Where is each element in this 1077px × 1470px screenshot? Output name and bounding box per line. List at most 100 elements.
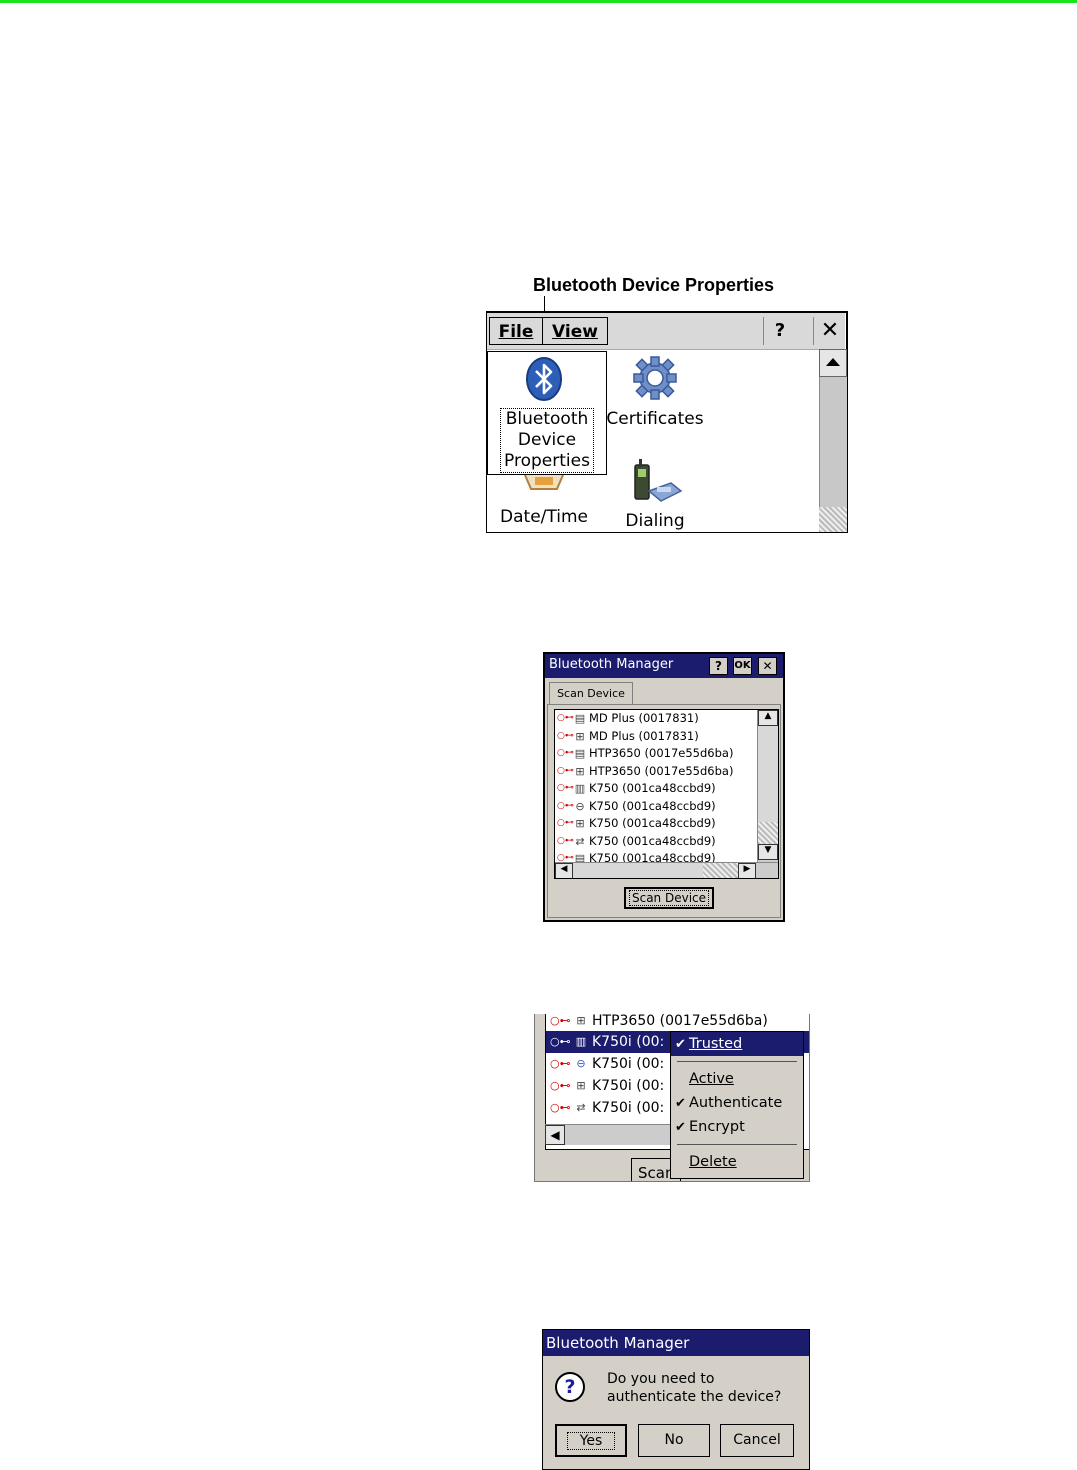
gear-icon	[633, 356, 677, 400]
menu-separator	[677, 1061, 797, 1062]
network-icon: ⊞	[575, 817, 585, 830]
vertical-scrollbar[interactable]: ▲ ▼	[757, 710, 778, 862]
list-item[interactable]: ○⊷ ⇄ K750 (001ca48ccbd9)	[555, 833, 755, 851]
device-name: K750 (001ca48ccbd9)	[589, 781, 716, 795]
scroll-track[interactable]	[703, 863, 738, 878]
bluetooth-device-properties-item[interactable]: Bluetooth Device Properties	[487, 351, 607, 475]
scroll-thumb[interactable]	[758, 726, 778, 823]
message-line: authenticate the device?	[607, 1389, 782, 1405]
scroll-corner	[819, 507, 847, 532]
key-icon: ○⊷	[557, 800, 574, 811]
menu-file-label: File	[498, 322, 534, 342]
device-name: HTP3650 (0017e55d6ba)	[589, 763, 734, 778]
scroll-track[interactable]	[758, 822, 778, 844]
scroll-track[interactable]	[819, 377, 847, 507]
device-name: K750i (00:	[592, 1034, 665, 1050]
check-icon: ✔	[675, 1120, 686, 1135]
key-icon: ○⊷	[557, 783, 574, 793]
menu-file[interactable]: File	[489, 317, 543, 345]
dialog-message: Do you need to authenticate the device?	[607, 1370, 781, 1406]
key-icon: ○⊷	[557, 818, 574, 828]
bluetooth-icon	[526, 357, 562, 401]
arrow-right-icon: ▶	[743, 864, 751, 874]
device-name: K750 (001ca48ccbd9)	[589, 816, 716, 830]
yes-label: Yes	[566, 1432, 616, 1450]
device-name: K750 (001ca48ccbd9)	[589, 833, 716, 848]
key-icon: ○⊷	[557, 765, 574, 776]
menu-item-trusted[interactable]: ✔ Trusted	[671, 1032, 803, 1056]
arrow-up-icon	[826, 358, 840, 366]
menu-item-authenticate[interactable]: ✔ Authenticate	[671, 1091, 803, 1115]
tab-panel: ○⊷ ▤ MD Plus (0017831) ○⊷ ⊞ MD Plus (0017831…	[547, 704, 781, 918]
scroll-thumb[interactable]	[573, 863, 704, 878]
device-name: HTP3650 (0017e55d6ba)	[592, 1014, 768, 1029]
menu-item-active[interactable]: Active	[671, 1067, 803, 1091]
calendar-icon	[524, 475, 564, 490]
list-item[interactable]: ○⊷ ⊖ K750 (001ca48ccbd9)	[555, 798, 755, 816]
list-item[interactable]: ○⊷ ⊞ HTP3650 (0017e55d6ba)	[546, 1014, 809, 1031]
help-button[interactable]: ?	[763, 317, 796, 345]
dialing-item[interactable]: Dialing	[605, 453, 705, 533]
close-button[interactable]: ✕	[758, 657, 777, 675]
scroll-left-button[interactable]: ◀	[545, 1125, 565, 1145]
device-name: MD Plus (0017831)	[589, 711, 699, 725]
list-item[interactable]: ○⊷ ▥ K750 (001ca48ccbd9)	[555, 780, 755, 798]
list-item[interactable]: ○⊷ ▤ HTP3650 (0017e55d6ba)	[555, 745, 755, 763]
key-icon: ○⊷	[557, 748, 574, 758]
help-button[interactable]: ?	[709, 657, 728, 675]
network-icon: ⊞	[576, 1079, 586, 1092]
cancel-button[interactable]: Cancel	[720, 1424, 794, 1457]
key-icon: ○⊷	[550, 1079, 571, 1092]
menu-item-encrypt[interactable]: ✔ Encrypt	[671, 1115, 803, 1139]
question-icon: ?	[555, 1372, 585, 1402]
menu-item-label: Active	[689, 1071, 734, 1087]
device-icon: ▤	[574, 747, 586, 760]
network-icon: ⊞	[575, 764, 585, 778]
horizontal-scrollbar[interactable]: ◀ ▶	[555, 862, 778, 878]
serial-icon: ⇄	[576, 1101, 586, 1114]
title-bar: Bluetooth Manager ? OK ✕	[545, 654, 783, 678]
scroll-left-button[interactable]: ◀	[555, 863, 573, 878]
menu-bar: File View ? ✕	[487, 313, 845, 350]
ok-button[interactable]: OK	[733, 657, 752, 675]
device-name: K750i (00:	[592, 1100, 665, 1116]
device-list[interactable]: ○⊷ ▤ MD Plus (0017831) ○⊷ ⊞ MD Plus (0017831…	[554, 709, 779, 879]
check-icon: ✔	[675, 1096, 686, 1111]
printer-icon: ▥	[574, 782, 586, 795]
scroll-up-button[interactable]	[819, 349, 847, 377]
date-time-item[interactable]: Date/Time	[491, 475, 597, 533]
menu-separator	[677, 1144, 797, 1145]
globe-icon: ⊖	[575, 799, 585, 813]
check-icon: ✔	[675, 1037, 686, 1052]
list-item[interactable]: ○⊷ ⊞ K750 (001ca48ccbd9)	[555, 815, 755, 833]
tab-scan-device[interactable]: Scan Device	[549, 682, 633, 705]
dialog-title: Bluetooth Manager	[546, 1334, 690, 1352]
vertical-scrollbar[interactable]	[819, 349, 847, 532]
no-button[interactable]: No	[638, 1424, 710, 1457]
list-item[interactable]: ○⊷ ⊞ MD Plus (0017831)	[555, 728, 755, 746]
network-icon: ⊞	[576, 1014, 586, 1027]
scroll-right-button[interactable]: ▶	[738, 863, 756, 878]
dialing-label: Dialing	[625, 511, 685, 531]
menu-view-label: View	[552, 322, 598, 342]
menu-item-delete[interactable]: Delete	[671, 1150, 803, 1174]
label-line: Device	[517, 430, 577, 450]
menu-item-label: Trusted	[689, 1036, 743, 1052]
list-item[interactable]: ○⊷ ⊞ HTP3650 (0017e55d6ba)	[555, 763, 755, 781]
yes-button[interactable]: Yes	[555, 1424, 627, 1457]
scan-device-button[interactable]: Scan Device	[624, 887, 714, 909]
list-item[interactable]: ○⊷ ▤ MD Plus (0017831)	[555, 710, 755, 728]
scroll-down-button[interactable]: ▼	[758, 844, 778, 860]
key-icon: ○⊷	[557, 835, 574, 846]
device-icon: ▤	[574, 712, 586, 725]
certificates-item[interactable]: Certificates	[605, 353, 705, 433]
device-name: MD Plus (0017831)	[589, 728, 699, 743]
scroll-up-button[interactable]: ▲	[758, 710, 778, 726]
menu-view[interactable]: View	[542, 317, 608, 345]
callout-caption: Bluetooth Device Properties	[533, 275, 775, 295]
phone-icon	[634, 459, 683, 502]
scan-device-label: Scan Device	[628, 890, 710, 906]
device-context-view: ○⊷ ⊞ HTP3650 (0017e55d6ba) ○⊷ ▥ K750i (00: ○…	[534, 1014, 810, 1182]
close-button[interactable]: ✕	[813, 317, 846, 345]
horizontal-scrollbar[interactable]: ◀	[545, 1124, 675, 1145]
